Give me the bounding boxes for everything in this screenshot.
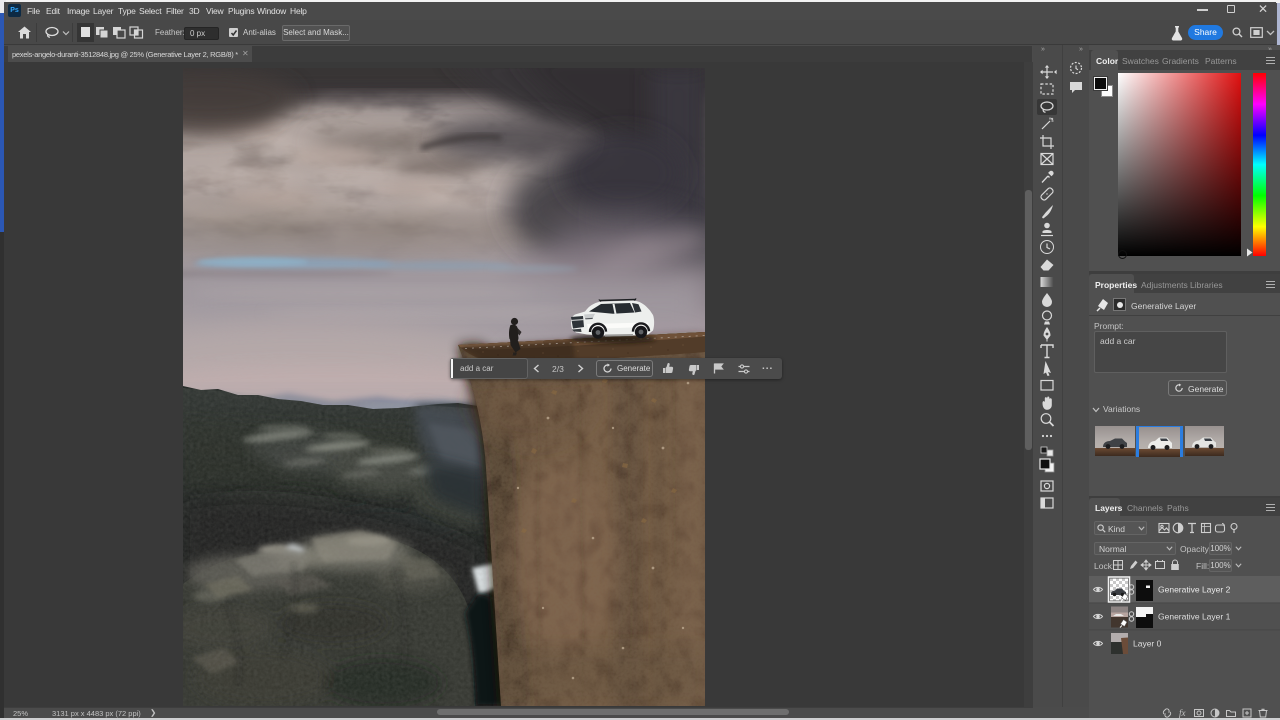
svg-text:Generative Layer 1: Generative Layer 1 xyxy=(1158,612,1231,622)
svg-text:Layer 0: Layer 0 xyxy=(1133,639,1162,649)
svg-text:Generative Layer 2: Generative Layer 2 xyxy=(1158,585,1231,595)
svg-text:fx: fx xyxy=(1179,708,1186,718)
